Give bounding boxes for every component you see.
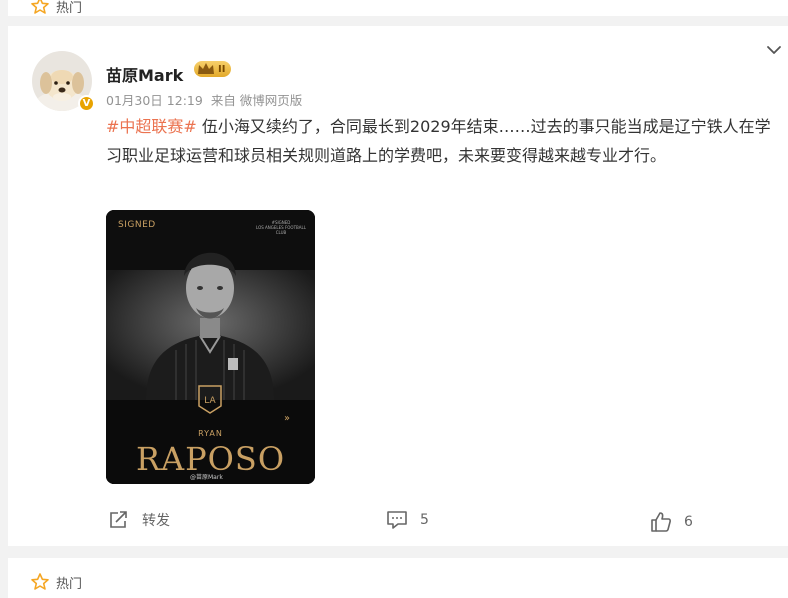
previous-card: 热门 (8, 0, 788, 16)
hot-label: 热门 (56, 0, 83, 16)
comment-button[interactable]: 5 (386, 510, 429, 530)
post-card: V 苗原Mark II 01月30日 12:19 来自 微博网页版 #中超联赛#… (8, 26, 788, 546)
crown-icon (198, 63, 214, 74)
hashtag-link[interactable]: #中超联赛# (106, 117, 197, 136)
hot-label-row: 热门 (30, 572, 82, 592)
hot-label-row: 热门 (30, 0, 82, 16)
post-date[interactable]: 01月30日 12:19 (106, 90, 203, 109)
post-image[interactable]: LA SIGNED #SIGNED LOS ANGELES FOOTBALL CL… (106, 210, 315, 484)
post-text: #中超联赛# 伍小海又续约了，合同最长到2029年结束……过去的事只能当成是辽宁… (106, 112, 776, 170)
double-chevron-icon: ›› (284, 413, 290, 424)
image-watermark: @苗原Mark (190, 474, 223, 481)
comment-count: 5 (420, 512, 429, 528)
level-badge[interactable]: II (194, 61, 232, 77)
post-body: 伍小海又续约了，合同最长到2029年结束……过去的事只能当成是辽宁铁人在学习职业… (106, 117, 771, 165)
player-first-name: RYAN (198, 429, 223, 438)
like-button[interactable]: 6 (650, 511, 693, 533)
next-card: 热门 (8, 558, 788, 598)
thumbs-up-icon (651, 512, 671, 532)
star-icon (31, 573, 49, 590)
action-bar: 转发 5 6 (8, 504, 788, 540)
like-count: 6 (684, 514, 693, 530)
comment-icon (387, 511, 407, 529)
club-label: #SIGNED LOS ANGELES FOOTBALL CLUB (256, 220, 306, 235)
repost-label: 转发 (142, 513, 170, 529)
repost-button[interactable]: 转发 (108, 510, 170, 530)
verified-badge-icon: V (78, 95, 95, 112)
star-icon (31, 0, 49, 14)
post-meta: 01月30日 12:19 来自 微博网页版 (106, 90, 302, 109)
chevron-down-icon[interactable] (766, 44, 782, 56)
signed-label: SIGNED (118, 220, 156, 230)
repost-icon (110, 511, 127, 528)
hot-label: 热门 (56, 576, 83, 592)
username[interactable]: 苗原Mark (106, 62, 183, 86)
post-source: 来自 微博网页版 (210, 93, 303, 108)
level-text: II (218, 63, 226, 75)
svg-text:LA: LA (204, 396, 216, 406)
